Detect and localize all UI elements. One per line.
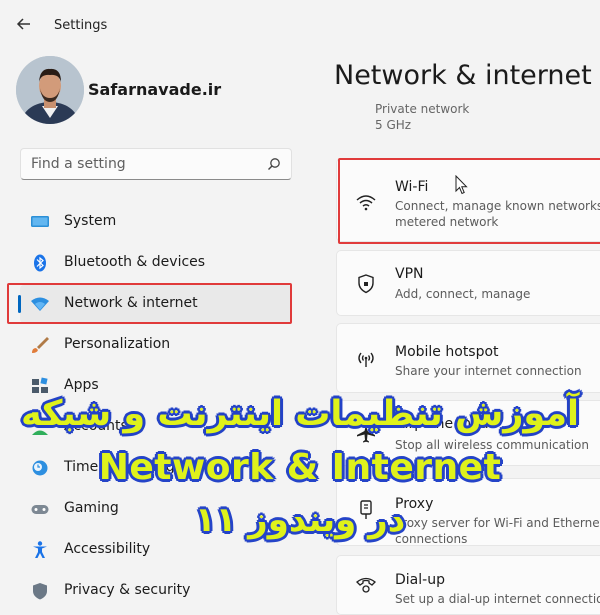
vpn-card[interactable]: VPN Add, connect, manage — [336, 250, 600, 316]
sidebar-item-label: Bluetooth & devices — [64, 254, 206, 270]
back-arrow-icon[interactable] — [14, 14, 38, 38]
hotspot-icon — [355, 348, 377, 370]
sidebar-item-label: Apps — [64, 377, 99, 393]
shield-icon — [30, 582, 50, 600]
sidebar-item-privacy[interactable]: Privacy & security — [20, 572, 292, 610]
page-title: Network & internet — [334, 60, 592, 91]
mobile-hotspot-card[interactable]: Mobile hotspot Share your internet conne… — [336, 323, 600, 393]
dialup-card-title: Dial-up — [395, 572, 445, 588]
network-type-text: Private network — [375, 102, 470, 116]
hotspot-card-subtitle: Share your internet connection — [395, 364, 582, 378]
apps-icon — [30, 377, 50, 395]
vpn-card-title: VPN — [395, 266, 424, 282]
overlay-title-persian: آموزش تنظیمات اینترنت و شبکه — [20, 394, 580, 434]
search-icon[interactable] — [267, 156, 281, 175]
mouse-pointer-icon — [455, 174, 469, 199]
brush-icon — [30, 336, 50, 354]
vpn-card-subtitle: Add, connect, manage — [395, 287, 531, 301]
sidebar-item-system[interactable]: System — [20, 203, 292, 241]
sidebar-item-bluetooth[interactable]: Bluetooth & devices — [20, 244, 292, 282]
dialup-card-subtitle: Set up a dial-up internet connection — [395, 592, 600, 606]
bluetooth-icon — [30, 254, 50, 272]
sidebar-item-label: Accessibility — [64, 541, 151, 557]
search-box[interactable] — [20, 148, 292, 180]
highlight-box-wifi — [338, 158, 600, 244]
sidebar-item-label: Personalization — [64, 336, 171, 352]
sidebar-item-label: Privacy & security — [64, 582, 191, 598]
avatar[interactable] — [16, 56, 84, 124]
highlight-box-nav — [7, 283, 292, 324]
search-input[interactable] — [21, 149, 277, 179]
sidebar-item-personalization[interactable]: Personalization — [20, 326, 292, 364]
network-band-text: 5 GHz — [375, 118, 412, 132]
sidebar-item-label: System — [64, 213, 117, 229]
accessibility-icon — [30, 541, 50, 559]
shield-icon — [355, 273, 377, 295]
overlay-subtitle-persian: در ویندوز ۱۱ — [194, 500, 406, 540]
dialup-card[interactable]: Dial-up Set up a dial-up internet connec… — [336, 555, 600, 615]
app-title: Settings — [54, 18, 108, 33]
user-name: Safarnavade.ir — [88, 80, 222, 99]
display-icon — [30, 213, 50, 231]
hotspot-card-title: Mobile hotspot — [395, 344, 499, 360]
dialup-icon — [355, 574, 377, 596]
title-bar: Settings — [0, 0, 600, 52]
overlay-title-english: Network & Internet — [98, 447, 502, 488]
